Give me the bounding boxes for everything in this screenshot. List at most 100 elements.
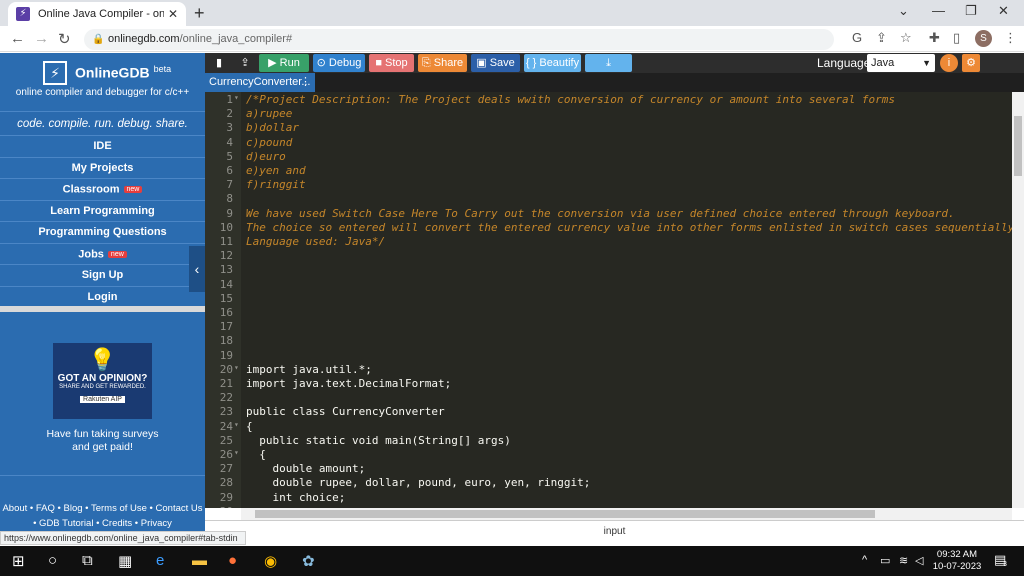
horizontal-scroll-thumb[interactable]	[255, 510, 875, 518]
sidebar-item-learn-programming[interactable]: Learn Programming	[0, 199, 205, 222]
code-text: public static void main(String[] args)	[246, 433, 511, 447]
close-window-icon[interactable]: ✕	[998, 3, 1009, 19]
clock[interactable]: 09:32 AM 10-07-2023	[932, 549, 982, 573]
search-icon[interactable]: ○	[48, 552, 57, 569]
url-path: /online_java_compiler#	[179, 33, 293, 45]
chevron-down-icon: ▼	[922, 58, 931, 68]
sidebar-nav: IDE My Projects Classroom new Learn Progr…	[0, 135, 205, 307]
forward-icon[interactable]: →	[34, 30, 49, 47]
fold-toggle-icon[interactable]: ▾	[234, 448, 239, 457]
onlinegdb-logo-icon: ⚡	[43, 61, 67, 85]
sidebar-footer: About • FAQ • Blog • Terms of Use • Cont…	[0, 475, 205, 531]
maximize-icon[interactable]: ❐	[965, 3, 977, 19]
file-tab[interactable]: CurrencyConverter... ⋮	[205, 73, 315, 92]
debug-button[interactable]: ⊙ Debug	[313, 54, 365, 72]
code-text: {	[246, 419, 253, 433]
new-tab-icon[interactable]: +	[194, 3, 205, 24]
settings-gear-icon[interactable]: ⚙	[962, 54, 980, 72]
beautify-button[interactable]: { } Beautify	[524, 54, 581, 72]
save-button[interactable]: ▣ Save	[471, 54, 520, 72]
line-number: 28	[219, 476, 233, 490]
windows-start-icon[interactable]: ⊞	[12, 552, 25, 570]
info-icon[interactable]: i	[940, 54, 958, 72]
new-file-icon[interactable]: ▮	[209, 54, 229, 72]
language-select[interactable]: Java ▼	[867, 54, 935, 72]
line-number: 9	[226, 206, 233, 220]
sidebar-item-programming-questions[interactable]: Programming Questions	[0, 221, 205, 243]
stop-button[interactable]: ■ Stop	[369, 54, 414, 72]
ad-brand: Rakuten AIP	[80, 396, 125, 403]
link-status-bar: https://www.onlinegdb.com/online_java_co…	[0, 531, 246, 545]
code-text: int choice;	[246, 490, 346, 504]
brand[interactable]: ⚡ OnlineGDB beta online compiler and deb…	[0, 53, 205, 105]
tray-chevron-icon[interactable]: ^	[862, 554, 867, 566]
line-number: 25	[219, 433, 233, 447]
extensions-icon[interactable]: ✚	[929, 30, 940, 46]
file-explorer-icon[interactable]: ▬	[192, 552, 207, 569]
sidebar-item-jobs[interactable]: Jobs new	[0, 242, 205, 265]
fold-toggle-icon[interactable]: ▾	[234, 93, 239, 102]
browser-menu-icon[interactable]: ⋮	[1004, 30, 1017, 46]
browser-tab[interactable]: ⚡ Online Java Compiler - online ed ✕	[8, 2, 186, 26]
edge-icon[interactable]: e	[156, 552, 164, 569]
sidebar-item-sign-up[interactable]: Sign Up	[0, 264, 205, 286]
fold-toggle-icon[interactable]: ▾	[234, 420, 239, 429]
volume-icon[interactable]: ◁	[915, 554, 923, 567]
sidebar-item-login[interactable]: Login	[0, 285, 205, 308]
store-icon[interactable]: ▦	[118, 552, 132, 570]
vertical-scrollbar[interactable]	[1012, 92, 1024, 508]
line-number: 21	[219, 377, 233, 390]
new-badge: new	[107, 250, 127, 258]
sidepanel-icon[interactable]: ▯	[953, 30, 960, 46]
google-icon[interactable]: G	[852, 30, 862, 45]
bookmark-star-icon[interactable]: ☆	[900, 30, 912, 46]
play-icon: ▶	[268, 57, 280, 69]
input-panel-tab[interactable]: input	[205, 520, 1024, 537]
clock-time: 09:32 AM	[936, 549, 978, 560]
line-number: 16	[219, 306, 233, 319]
line-number: 13	[219, 263, 233, 277]
file-tab-label: CurrencyConverter...	[209, 76, 311, 88]
motto: code. compile. run. debug. share.	[0, 111, 205, 135]
url-field[interactable]: 🔒 onlinegdb.com/online_java_compiler#	[84, 29, 834, 50]
collapse-sidebar-button[interactable]: ‹	[189, 246, 205, 292]
footer-links-2[interactable]: • GDB Tutorial • Credits • Privacy	[0, 516, 205, 531]
footer-links-1[interactable]: About • FAQ • Blog • Terms of Use • Cont…	[0, 501, 205, 516]
vertical-scroll-thumb[interactable]	[1014, 116, 1022, 176]
ad-caption[interactable]: Have fun taking surveys and get paid!	[0, 428, 205, 454]
wifi-icon[interactable]: ≋	[899, 554, 908, 567]
sidebar-item-classroom[interactable]: Classroom new	[0, 178, 205, 200]
profile-avatar[interactable]: S	[975, 30, 992, 47]
fold-toggle-icon[interactable]: ▾	[234, 363, 239, 372]
toolbar: ▮ ⇪ ▶ Run ⊙ Debug ■ Stop ⎘ Share ▣ Save …	[205, 53, 1024, 73]
code-editor[interactable]: 1 ▾/*Project Description: The Project dea…	[205, 92, 1012, 508]
horizontal-scrollbar[interactable]	[241, 508, 1012, 520]
chrome-icon[interactable]: ◉	[264, 552, 277, 570]
sidebar-item-my-projects[interactable]: My Projects	[0, 156, 205, 179]
minimize-icon[interactable]: —	[932, 3, 945, 18]
lock-icon: 🔒	[92, 34, 105, 45]
line-number: 23	[219, 405, 233, 419]
code-text: import java.text.DecimalFormat;	[246, 377, 452, 390]
line-number: 15	[219, 291, 233, 305]
app-icon[interactable]: ✿	[302, 552, 315, 570]
close-tab-icon[interactable]: ✕	[168, 7, 178, 21]
code-text: f)ringgit	[246, 178, 306, 192]
file-menu-icon[interactable]: ⋮	[300, 73, 311, 92]
ad-banner[interactable]: 💡 GOT AN OPINION? SHARE AND GET REWARDED…	[53, 343, 152, 419]
download-icon[interactable]: ⤓	[585, 54, 632, 72]
sidebar-item-ide[interactable]: IDE	[0, 135, 205, 157]
back-icon[interactable]: ←	[10, 30, 25, 47]
firefox-icon[interactable]: ●	[228, 552, 237, 569]
battery-icon[interactable]: ▭	[880, 554, 890, 567]
line-number: 27	[219, 462, 233, 476]
tab-search-icon[interactable]: ⌄	[898, 3, 909, 19]
chevron-left-icon: ‹	[194, 261, 200, 277]
line-number: 8	[226, 192, 233, 206]
upload-icon[interactable]: ⇪	[235, 54, 255, 72]
share-page-icon[interactable]: ⇪	[876, 30, 887, 46]
task-view-icon[interactable]: ⧉	[82, 552, 93, 569]
reload-icon[interactable]: ↻	[58, 30, 71, 48]
share-button[interactable]: ⎘ Share	[418, 54, 467, 72]
run-button[interactable]: ▶ Run	[259, 54, 309, 72]
